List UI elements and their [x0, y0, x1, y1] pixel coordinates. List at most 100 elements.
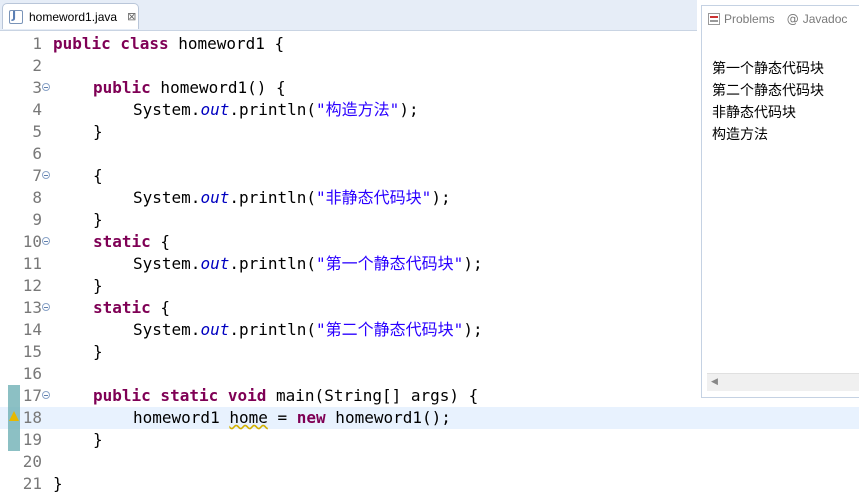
code-token: .println(: [229, 320, 317, 339]
code-token: );: [463, 254, 483, 273]
field-token: out: [200, 254, 230, 273]
code-token: System.: [133, 254, 201, 273]
code-token: System.: [133, 188, 201, 207]
code-text: }: [93, 430, 103, 449]
code-token: .println(: [229, 188, 317, 207]
keyword: new: [296, 408, 326, 427]
at-icon: @: [786, 12, 799, 26]
console-line: 第一个静态代码块: [712, 61, 824, 77]
side-view-panel: Problems @ Javadoc 第一个静态代码块 第二个静态代码块 非静态…: [701, 5, 859, 398]
code-token: =: [267, 408, 297, 427]
fold-toggle-icon[interactable]: [42, 391, 50, 399]
editor-tab-label: homeword1.java: [29, 9, 118, 24]
code-line: 21 }: [0, 473, 859, 495]
code-token: homeword1 {: [168, 34, 285, 53]
tab-problems[interactable]: Problems: [708, 12, 775, 26]
string-literal: "第二个静态代码块": [316, 320, 464, 339]
code-token: .println(: [229, 254, 317, 273]
keyword: static: [93, 232, 151, 251]
field-token: out: [200, 320, 230, 339]
line-number: 4: [32, 100, 42, 119]
fold-toggle-icon[interactable]: [42, 237, 50, 245]
fold-toggle-icon[interactable]: [42, 303, 50, 311]
warning-token: home: [229, 408, 268, 427]
line-number: 15: [22, 342, 42, 361]
line-number: 3: [32, 78, 42, 97]
code-token: homeword1: [133, 408, 230, 427]
code-token: homeword1() {: [150, 78, 286, 97]
keyword: public: [93, 78, 151, 97]
keyword: public static void: [93, 386, 267, 405]
fold-toggle-icon[interactable]: [42, 171, 50, 179]
code-text: }: [93, 342, 103, 361]
code-text: }: [53, 474, 63, 493]
line-number: 6: [32, 144, 42, 163]
code-text: }: [93, 122, 103, 141]
editor-tab-bar: homeword1.java ⊠: [0, 0, 697, 31]
code-token: {: [150, 298, 171, 317]
console-line: 非静态代码块: [712, 105, 796, 121]
tab-javadoc[interactable]: @ Javadoc: [787, 12, 848, 26]
code-text: public class homeword1 {: [53, 33, 284, 55]
tab-javadoc-label: Javadoc: [802, 12, 848, 26]
console-line: 构造方法: [712, 127, 768, 143]
editor-tab-homeword1[interactable]: homeword1.java ⊠: [2, 3, 139, 29]
keyword: public class: [53, 34, 169, 53]
code-text: static {: [93, 231, 170, 253]
line-number: 14: [22, 320, 42, 339]
line-number: 9: [32, 210, 42, 229]
string-literal: "非静态代码块": [316, 188, 432, 207]
problems-icon: [708, 13, 720, 25]
code-line: 20: [0, 451, 859, 473]
code-line: 19 }: [0, 429, 859, 451]
code-text: System.out.println("第一个静态代码块");: [133, 253, 483, 275]
code-text: System.out.println("非静态代码块");: [133, 187, 451, 209]
line-number: 7: [32, 166, 42, 185]
code-text: static {: [93, 297, 170, 319]
line-number: 8: [32, 188, 42, 207]
code-token: main(String[] args) {: [266, 386, 479, 405]
line-number: 18: [22, 408, 42, 427]
string-literal: "构造方法": [316, 100, 400, 119]
line-number: 17: [22, 386, 42, 405]
code-token: System.: [133, 100, 201, 119]
code-text: }: [93, 210, 103, 229]
line-number: 1: [32, 34, 42, 53]
code-text: homeword1 home = new homeword1();: [133, 407, 451, 429]
code-token: System.: [133, 320, 201, 339]
line-number: 11: [22, 254, 42, 273]
scroll-left-icon[interactable]: ◀: [711, 377, 718, 387]
keyword: static: [93, 298, 151, 317]
line-number: 13: [22, 298, 42, 317]
tab-problems-label: Problems: [724, 12, 775, 26]
fold-toggle-icon[interactable]: [42, 83, 50, 91]
code-text: {: [93, 166, 103, 185]
field-token: out: [200, 100, 230, 119]
code-token: {: [150, 232, 171, 251]
code-text: public homeword1() {: [93, 77, 286, 99]
string-literal: "第一个静态代码块": [316, 254, 464, 273]
horizontal-scrollbar[interactable]: ◀: [707, 373, 859, 391]
close-icon[interactable]: ⊠: [127, 10, 136, 23]
side-view-tabs: Problems @ Javadoc: [702, 6, 859, 32]
field-token: out: [200, 188, 230, 207]
code-text: System.out.println("第二个静态代码块");: [133, 319, 483, 341]
line-number: 10: [22, 232, 42, 251]
code-token: );: [399, 100, 419, 119]
code-text: }: [93, 276, 103, 295]
code-line-current: 18 homeword1 home = new homeword1();: [0, 407, 859, 429]
code-token: );: [431, 188, 451, 207]
code-text: public static void main(String[] args) {: [93, 385, 478, 407]
line-number: 16: [22, 364, 42, 383]
code-token: .println(: [229, 100, 317, 119]
console-line: 第二个静态代码块: [712, 83, 824, 99]
code-token: homeword1();: [325, 408, 451, 427]
console-output: 第一个静态代码块 第二个静态代码块 非静态代码块 构造方法: [712, 58, 824, 146]
line-number: 12: [22, 276, 42, 295]
line-number: 20: [22, 452, 42, 471]
java-file-icon: [9, 9, 23, 24]
line-number: 21: [22, 474, 42, 493]
line-number: 2: [32, 56, 42, 75]
code-text: System.out.println("构造方法");: [133, 99, 419, 121]
code-token: );: [463, 320, 483, 339]
